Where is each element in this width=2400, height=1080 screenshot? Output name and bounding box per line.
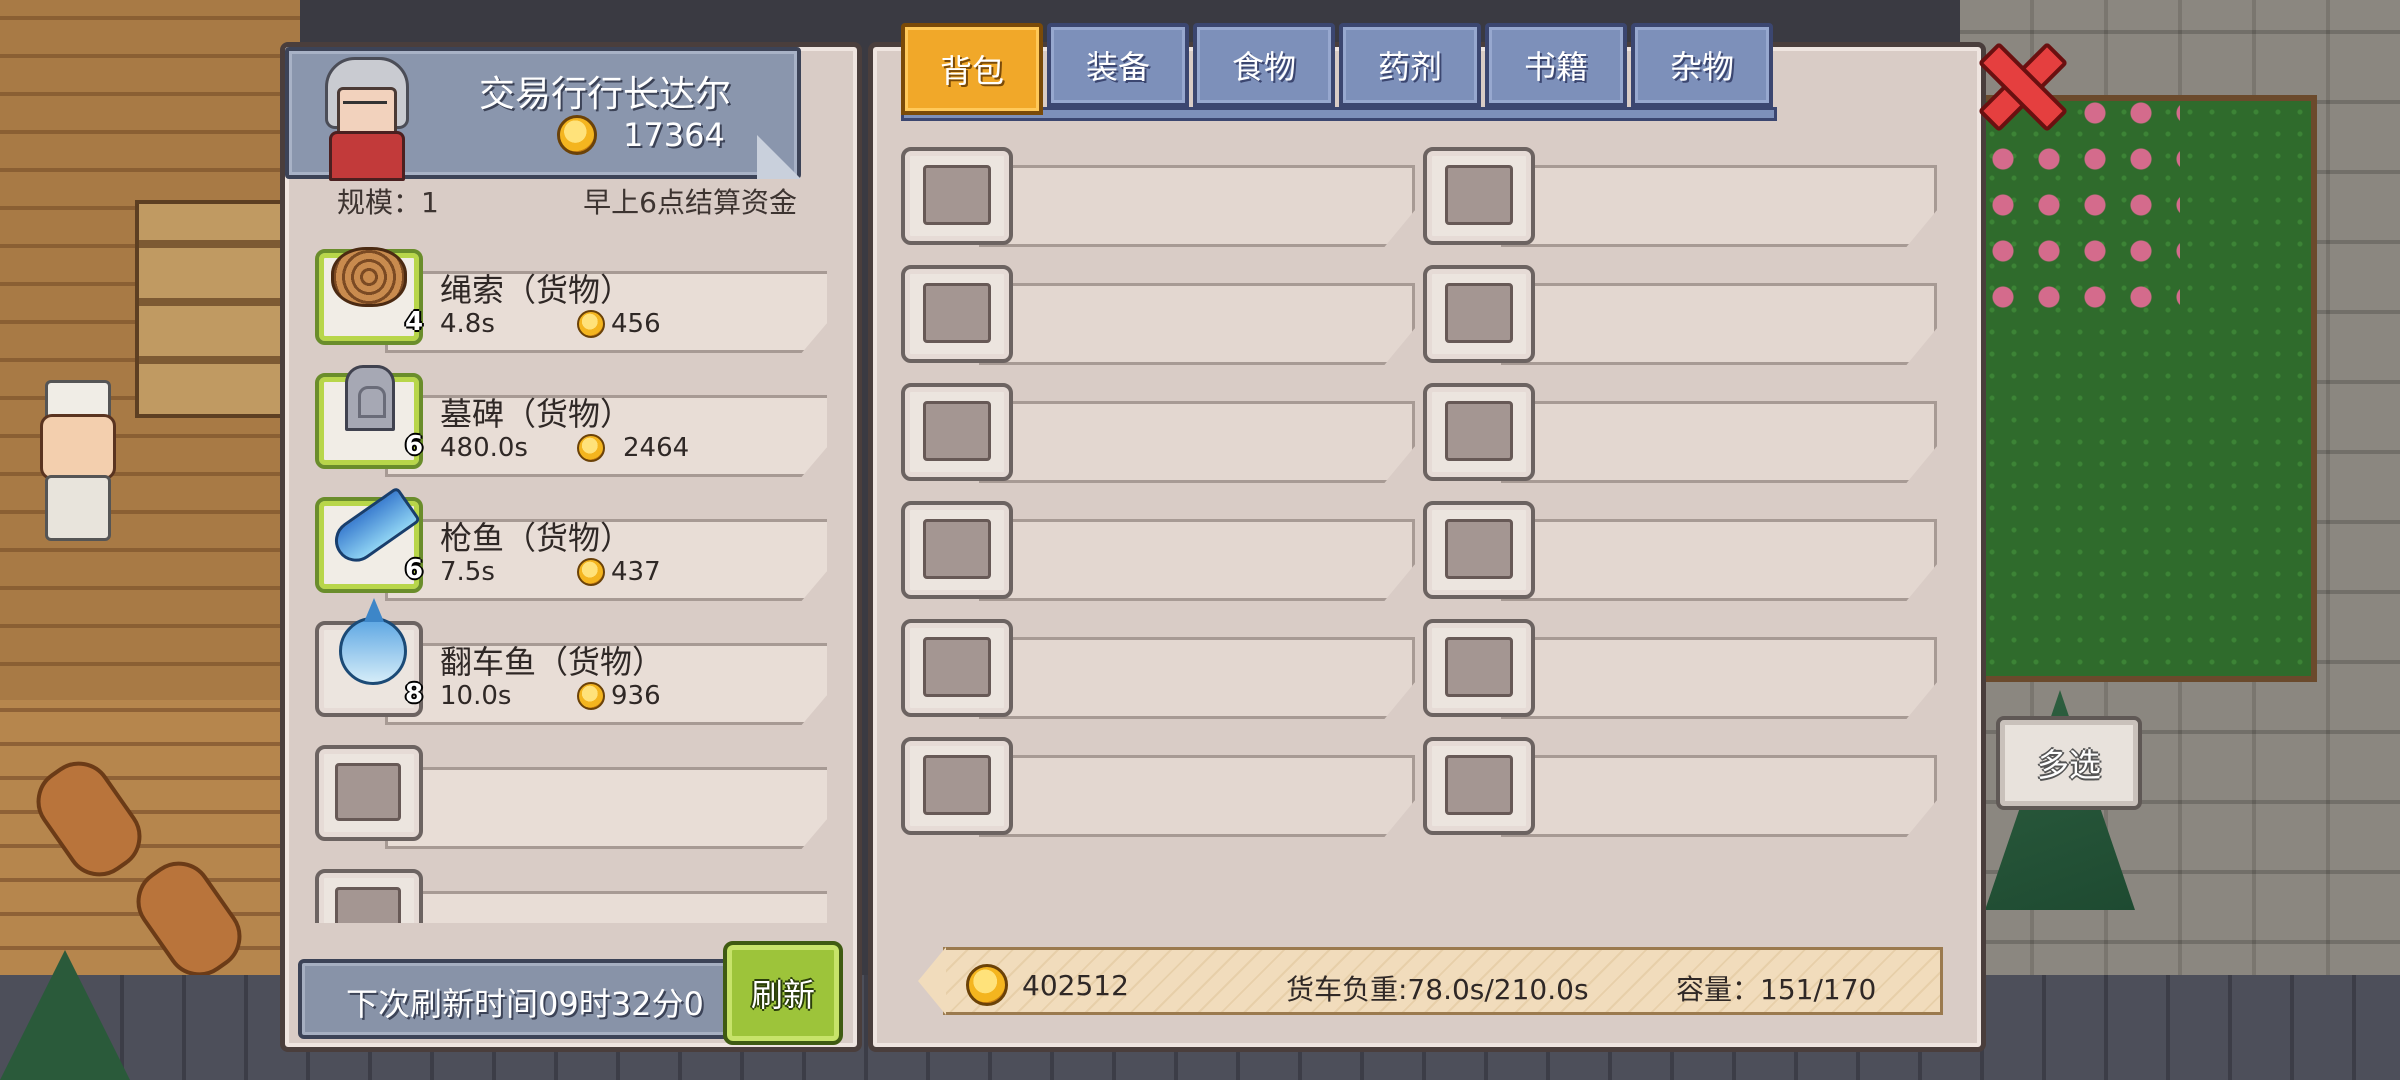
item-weight: 480.0s [440, 433, 528, 463]
item-weight: 10.0s [440, 681, 512, 711]
inventory-tabs: 背包 装备 食物 药剂 书籍 杂物 [901, 23, 1773, 115]
refresh-button[interactable]: 刷新 [723, 941, 843, 1045]
inventory-slot[interactable] [901, 379, 1421, 483]
item-name: 枪鱼（货物） [440, 519, 633, 557]
player-gold-amount: 402512 [1022, 968, 1129, 1002]
tab-food[interactable]: 食物 [1193, 23, 1335, 107]
multi-select-label: 多选 [2036, 746, 2101, 784]
goods-item[interactable]: 4 绳索（货物） 4.8s 456 [315, 243, 827, 353]
goods-list[interactable]: 4 绳索（货物） 4.8s 456 6 墓碑（货物） 480.0s 2464 6… [315, 243, 827, 923]
flower-bed [1980, 90, 2180, 310]
cart-weight: 货车负重:78.0s/210.0s [1286, 973, 1589, 1006]
empty-goods-slot[interactable] [315, 739, 827, 849]
inventory-slot[interactable] [1423, 733, 1943, 837]
goods-item[interactable]: 6 枪鱼（货物） 7.5s 437 [315, 486, 827, 601]
merchant-gold: 17364 [557, 115, 725, 155]
merchant-panel: 交易行行长达尔 17364 规模：1 早上6点结算资金 4 绳索（货物） 4.8… [280, 42, 862, 1052]
inventory-panel: 背包 装备 食物 药剂 书籍 杂物 402512 货车负重:78.0s/210.… [868, 23, 1986, 1052]
item-price: 936 [577, 681, 661, 711]
gold-coin-icon [577, 434, 605, 462]
tab-books[interactable]: 书籍 [1485, 23, 1627, 107]
player-gold: 402512 [966, 964, 1129, 1006]
item-price: 437 [577, 557, 661, 587]
inventory-slot[interactable] [901, 733, 1421, 837]
refresh-timer: 下次刷新时间09时32分0 [298, 959, 736, 1039]
item-weight: 7.5s [440, 557, 495, 587]
tab-misc[interactable]: 杂物 [1631, 23, 1773, 107]
inventory-slot[interactable] [1423, 379, 1943, 483]
bread-shelf [135, 200, 293, 418]
tab-potion[interactable]: 药剂 [1339, 23, 1481, 107]
inventory-slot[interactable] [901, 261, 1421, 365]
merchant-gold-amount: 17364 [623, 116, 725, 154]
settlement-note: 早上6点结算资金 [583, 186, 797, 219]
close-icon[interactable] [1980, 44, 2056, 120]
inventory-slot[interactable] [1423, 143, 1943, 247]
item-price: 456 [577, 309, 661, 339]
refresh-timer-text: 下次刷新时间09时32分0 [346, 985, 704, 1023]
item-quantity: 6 [405, 555, 424, 585]
multi-select-button[interactable]: 多选 [1996, 716, 2142, 810]
gold-coin-icon [577, 682, 605, 710]
merchant-scale: 规模：1 [337, 186, 439, 219]
sunfish-icon [331, 598, 407, 685]
gold-coin-icon [577, 558, 605, 586]
item-name: 墓碑（货物） [440, 395, 633, 433]
gold-coin-icon [577, 310, 605, 338]
item-price: 2464 [577, 433, 689, 463]
goods-item[interactable]: 6 墓碑（货物） 480.0s 2464 [315, 365, 827, 477]
cart-status-bar: 402512 货车负重:78.0s/210.0s 容量：151/170 [918, 947, 1943, 1015]
goods-item[interactable]: 8 翻车鱼（货物） 10.0s 936 [315, 598, 827, 725]
inventory-slot[interactable] [1423, 497, 1943, 601]
item-quantity: 4 [405, 307, 424, 337]
inventory-slot[interactable] [901, 615, 1421, 719]
tab-backpack[interactable]: 背包 [901, 23, 1043, 115]
rope-icon [331, 243, 407, 313]
inventory-slot[interactable] [901, 497, 1421, 601]
inventory-capacity: 容量：151/170 [1676, 973, 1877, 1006]
merchant-header: 交易行行长达尔 17364 [285, 47, 801, 181]
inventory-slot[interactable] [901, 143, 1421, 247]
chef-npc [20, 380, 130, 541]
wood-floor-lower [0, 700, 300, 980]
merchant-name: 交易行行长达尔 [479, 74, 732, 115]
merchant-info-row: 规模：1 早上6点结算资金 [337, 181, 797, 221]
item-name: 翻车鱼（货物） [440, 643, 665, 681]
item-name: 绳索（货物） [440, 271, 633, 309]
refresh-button-label: 刷新 [750, 976, 815, 1014]
inventory-slot[interactable] [1423, 615, 1943, 719]
inventory-slot[interactable] [1423, 261, 1943, 365]
gold-coin-icon [557, 115, 597, 155]
item-weight: 4.8s [440, 309, 495, 339]
merchant-avatar [319, 57, 409, 181]
item-quantity: 6 [405, 431, 424, 461]
tombstone-icon [331, 361, 407, 437]
marlin-icon [326, 485, 422, 570]
tab-equipment[interactable]: 装备 [1047, 23, 1189, 107]
empty-goods-slot[interactable] [315, 863, 827, 923]
item-quantity: 8 [405, 679, 424, 709]
gold-coin-icon [966, 964, 1008, 1006]
